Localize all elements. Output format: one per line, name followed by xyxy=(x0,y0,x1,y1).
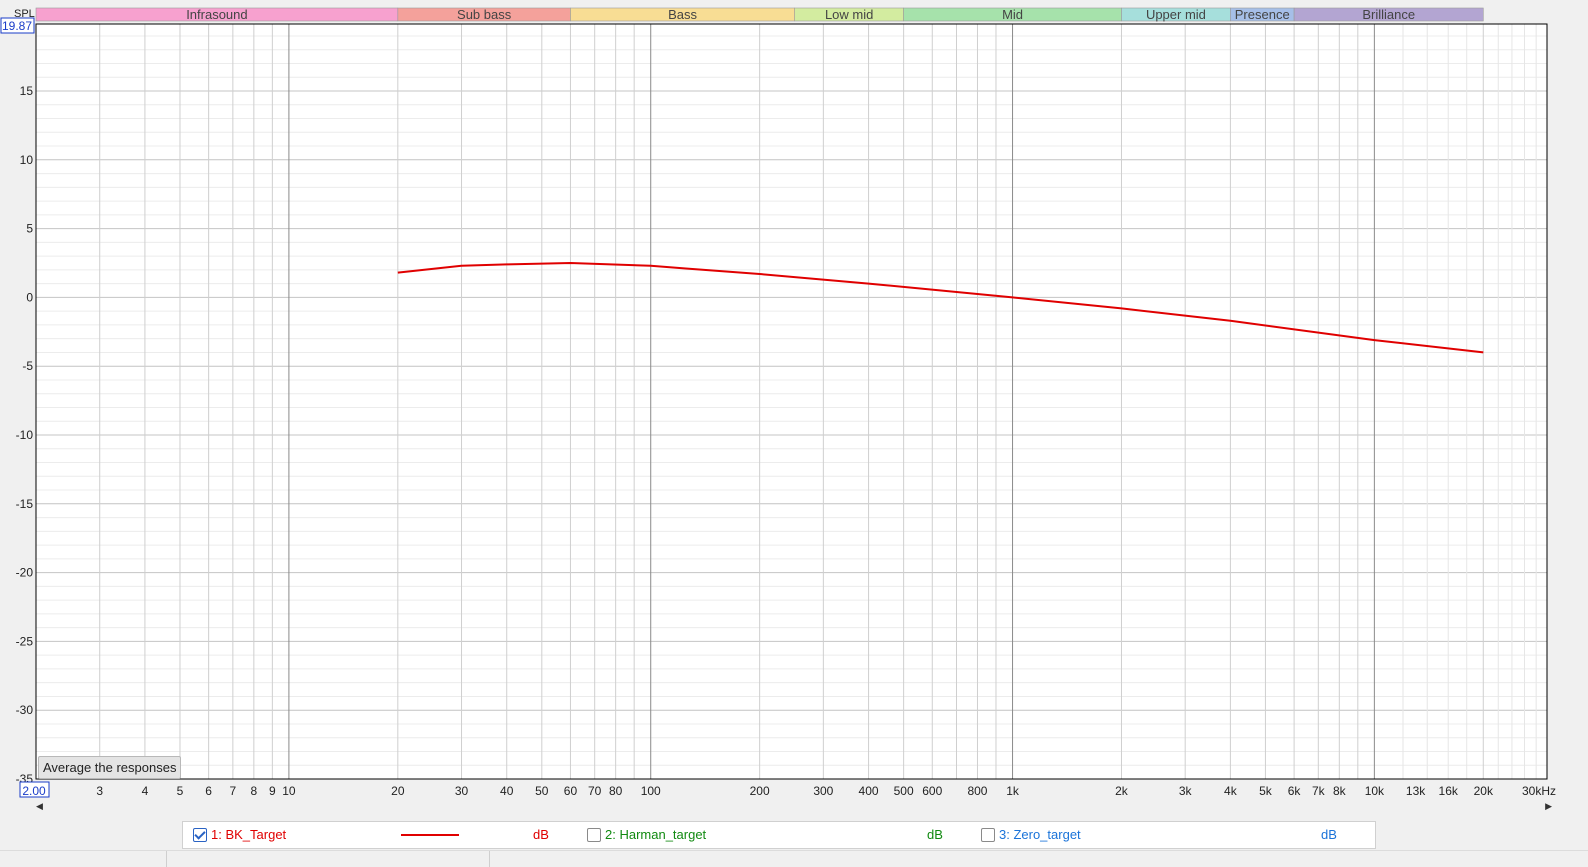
x-tick-label: 70 xyxy=(588,784,602,798)
x-tick-label: 7 xyxy=(230,784,237,798)
y-tick-label: 15 xyxy=(20,84,34,98)
legend-item-harman-target: 2: Harman_target dB xyxy=(577,822,971,848)
legend-swatch-bk-target xyxy=(401,834,459,836)
x-axis-ticks: 3 4 5 6 7 8 9 10 20 30 40 50 60 70 80 100 200 300 400 500 60… xyxy=(96,784,1556,798)
horizontal-scrollbar[interactable]: ◀ ▶ xyxy=(32,801,1556,815)
x-axis-left-value: 2.00 xyxy=(22,784,46,798)
x-tick-label: 2k xyxy=(1115,784,1129,798)
x-tick-label: 60 xyxy=(564,784,578,798)
y-tick-label: -20 xyxy=(16,566,34,580)
x-tick-label: 30 xyxy=(455,784,469,798)
y-tick-label: -15 xyxy=(16,497,34,511)
x-tick-label: 40 xyxy=(500,784,514,798)
frequency-response-chart: Infrasound Sub bass Bass Low mid Mid Upper mi… xyxy=(0,7,1556,798)
x-tick-label: 50 xyxy=(535,784,549,798)
legend-item-bk-target: 1: BK_Target dB xyxy=(183,822,577,848)
x-tick-label: 20k xyxy=(1474,784,1494,798)
y-tick-label: 5 xyxy=(26,222,33,236)
x-tick-label: 16k xyxy=(1439,784,1459,798)
status-divider xyxy=(166,851,167,867)
y-axis-ticks: 151050-5-10-15-20-25-30-35 xyxy=(16,84,34,786)
y-tick-label: -30 xyxy=(16,703,34,717)
x-tick-label: 8 xyxy=(250,784,257,798)
legend-checkbox-harman-target[interactable] xyxy=(587,828,601,842)
x-tick-label: 4 xyxy=(142,784,149,798)
x-tick-label: 80 xyxy=(609,784,623,798)
y-tick-label: 0 xyxy=(26,290,33,304)
band-label: Low mid xyxy=(825,7,873,22)
x-tick-label: 6 xyxy=(205,784,212,798)
x-tick-label: 1k xyxy=(1006,784,1020,798)
legend-panel: 1: BK_Target dB 2: Harman_target dB 3: Z… xyxy=(182,821,1376,849)
status-divider xyxy=(489,851,490,867)
x-tick-label: 5k xyxy=(1259,784,1273,798)
status-bar xyxy=(0,850,1588,867)
average-responses-button[interactable]: Average the responses xyxy=(38,756,182,779)
legend-name-bk-target: 1: BK_Target xyxy=(211,827,287,842)
legend-name-harman-target: 2: Harman_target xyxy=(605,827,707,842)
x-tick-label: 8k xyxy=(1333,784,1347,798)
band-label: Bass xyxy=(668,7,697,22)
plot-area[interactable] xyxy=(36,24,1547,779)
y-axis-top-value: 19.87 xyxy=(2,19,32,33)
x-tick-label: 3k xyxy=(1179,784,1193,798)
y-tick-label: -10 xyxy=(16,428,34,442)
y-tick-label: -25 xyxy=(16,634,34,648)
legend-name-zero-target: 3: Zero_target xyxy=(999,827,1081,842)
x-tick-label: 300 xyxy=(813,784,833,798)
legend-checkbox-zero-target[interactable] xyxy=(981,828,995,842)
legend-unit-bk-target: dB xyxy=(533,827,549,842)
x-tick-label: 400 xyxy=(859,784,879,798)
x-tick-label: 100 xyxy=(641,784,661,798)
x-tick-label: 5 xyxy=(177,784,184,798)
x-tick-label: 10 xyxy=(282,784,296,798)
band-label: Upper mid xyxy=(1146,7,1206,22)
x-tick-label: 3 xyxy=(96,784,103,798)
x-tick-label: 500 xyxy=(894,784,914,798)
x-tick-label: 200 xyxy=(750,784,770,798)
legend-item-zero-target: 3: Zero_target dB xyxy=(971,822,1371,848)
x-tick-label: 600 xyxy=(922,784,942,798)
scroll-left-arrow-icon[interactable]: ◀ xyxy=(36,801,43,812)
x-tick-label: 6k xyxy=(1288,784,1302,798)
x-tick-label: 30kHz xyxy=(1522,784,1556,798)
band-label: Brilliance xyxy=(1362,7,1415,22)
x-tick-label: 10k xyxy=(1365,784,1385,798)
band-label: Sub bass xyxy=(457,7,512,22)
band-label: Presence xyxy=(1235,7,1290,22)
band-label: Mid xyxy=(1002,7,1023,22)
x-tick-label: 7k xyxy=(1312,784,1326,798)
x-tick-label: 13k xyxy=(1406,784,1426,798)
x-tick-label: 4k xyxy=(1224,784,1238,798)
band-label: Infrasound xyxy=(186,7,247,22)
legend-checkbox-bk-target[interactable] xyxy=(193,828,207,842)
y-tick-label: 10 xyxy=(20,153,34,167)
legend-unit-harman-target: dB xyxy=(927,827,943,842)
x-tick-label: 800 xyxy=(967,784,987,798)
x-tick-label: 20 xyxy=(391,784,405,798)
frequency-band-header: Infrasound Sub bass Bass Low mid Mid Upper mi… xyxy=(35,7,1484,22)
x-tick-label: 9 xyxy=(269,784,276,798)
y-tick-label: -5 xyxy=(22,359,33,373)
scroll-right-arrow-icon[interactable]: ▶ xyxy=(1545,801,1552,812)
legend-unit-zero-target: dB xyxy=(1321,827,1337,842)
